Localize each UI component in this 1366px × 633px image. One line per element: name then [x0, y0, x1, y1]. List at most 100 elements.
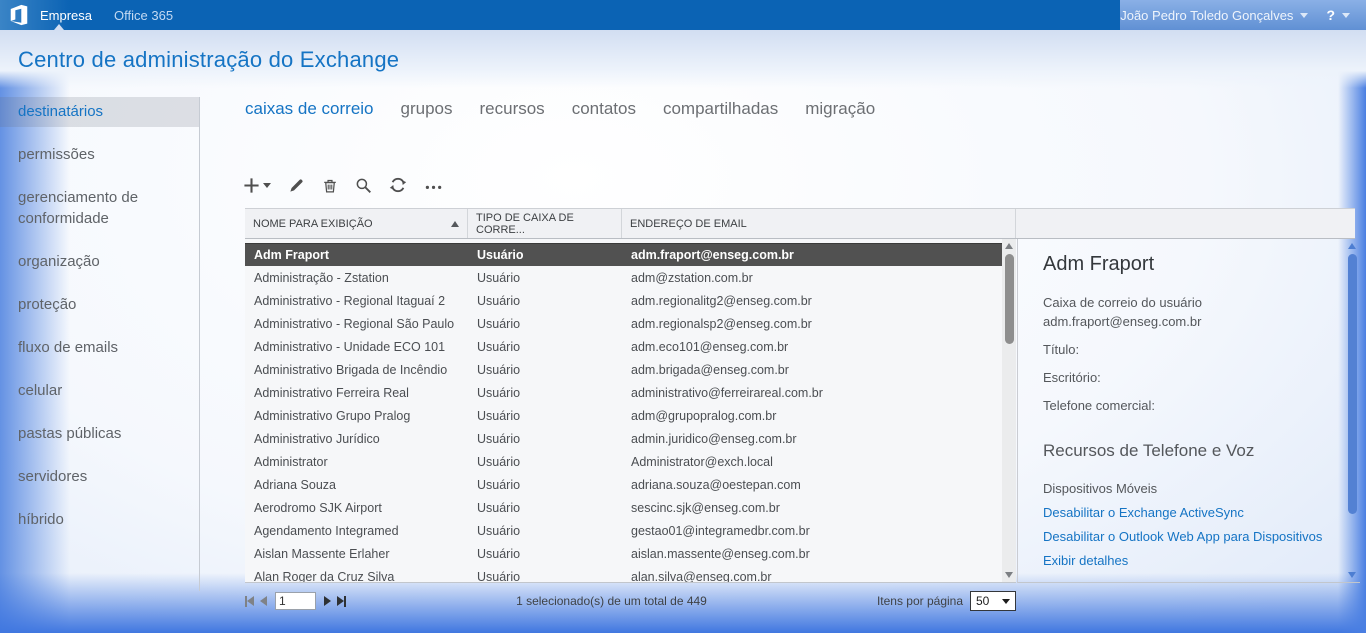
sidebar-item-celular[interactable]: celular: [0, 376, 199, 406]
table-row[interactable]: Agendamento Integramed Usuário gestao01@…: [245, 519, 1002, 542]
top-bar: Empresa Office 365 João Pedro Toledo Gon…: [0, 0, 1366, 30]
row-type: Usuário: [468, 248, 622, 262]
table-row[interactable]: Administrativo Ferreira Real Usuário adm…: [245, 381, 1002, 404]
column-header-email[interactable]: ENDEREÇO DE EMAIL: [622, 209, 1016, 238]
ellipsis-icon: [424, 177, 444, 194]
table-row[interactable]: Administrativo Grupo Pralog Usuário adm@…: [245, 404, 1002, 427]
column-header-nome[interactable]: NOME PARA EXIBIÇÃO: [245, 209, 468, 238]
details-field-telefone: Telefone comercial:: [1043, 396, 1342, 415]
sidebar-item-hibrido[interactable]: híbrido: [0, 505, 199, 535]
row-name: Aislan Massente Erlaher: [245, 547, 468, 561]
row-type: Usuário: [468, 432, 622, 446]
more-button[interactable]: [424, 177, 444, 194]
pagination-bar: 1 selecionado(s) de um total de 449 Iten…: [245, 588, 1016, 614]
details-subsection-mobile-devices: Dispositivos Móveis: [1043, 481, 1342, 496]
row-email: adm.regionalitg2@enseg.com.br: [622, 294, 1002, 308]
row-email: adm@grupopralog.com.br: [622, 409, 1002, 423]
row-name: Administrator: [245, 455, 468, 469]
list-scrollbar[interactable]: [1002, 239, 1016, 582]
pagination-controls: [245, 592, 346, 610]
row-email: administrativo@ferreirareal.com.br: [622, 386, 1002, 400]
scroll-up-icon[interactable]: [1348, 243, 1356, 249]
tab-contatos[interactable]: contatos: [572, 99, 636, 119]
scroll-down-icon[interactable]: [1005, 572, 1013, 578]
link-disable-activesync[interactable]: Desabilitar o Exchange ActiveSync: [1043, 505, 1342, 520]
column-header-blank: [1016, 209, 1355, 238]
tab-caixas-de-correio[interactable]: caixas de correio: [245, 99, 374, 119]
sidebar-item-gerenciamento-conformidade[interactable]: gerenciamento de conformidade: [0, 183, 199, 234]
refresh-icon: [389, 176, 407, 194]
first-page-icon: [247, 596, 254, 606]
mailbox-rows: Adm Fraport Usuário adm.fraport@enseg.co…: [245, 239, 1002, 582]
scrollbar-thumb[interactable]: [1348, 254, 1357, 514]
search-button[interactable]: [355, 177, 372, 194]
row-name: Administrativo Brigada de Incêndio: [245, 363, 468, 377]
refresh-button[interactable]: [389, 176, 407, 194]
items-per-page-label: Itens por página: [877, 594, 963, 608]
scroll-down-icon[interactable]: [1348, 572, 1356, 578]
user-menu[interactable]: João Pedro Toledo Gonçalves: [1120, 8, 1308, 23]
column-header-tipo[interactable]: TIPO DE CAIXA DE CORRE...: [468, 209, 622, 238]
items-per-page: Itens por página 50: [877, 591, 1016, 611]
last-page-button[interactable]: [337, 596, 346, 607]
sort-asc-icon: [451, 221, 459, 227]
row-email: aislan.massente@enseg.com.br: [622, 547, 1002, 561]
tab-compartilhadas[interactable]: compartilhadas: [663, 99, 778, 119]
first-page-button[interactable]: [245, 596, 254, 607]
row-email: gestao01@integramedbr.com.br: [622, 524, 1002, 538]
sidebar-item-destinatarios[interactable]: destinatários: [0, 97, 199, 127]
row-type: Usuário: [468, 340, 622, 354]
link-disable-owa-devices[interactable]: Desabilitar o Outlook Web App para Dispo…: [1043, 529, 1342, 544]
mailbox-list: Adm Fraport Usuário adm.fraport@enseg.co…: [245, 239, 1016, 583]
delete-button[interactable]: [322, 177, 338, 194]
nav-office365[interactable]: Office 365: [114, 8, 173, 23]
table-row[interactable]: Administrativo - Unidade ECO 101 Usuário…: [245, 335, 1002, 358]
selection-status: 1 selecionado(s) de um total de 449: [346, 594, 877, 608]
tab-migracao[interactable]: migração: [805, 99, 875, 119]
page-number-input[interactable]: [275, 592, 316, 610]
new-button[interactable]: [243, 177, 271, 194]
table-row[interactable]: Adm Fraport Usuário adm.fraport@enseg.co…: [245, 243, 1002, 266]
page-title: Centro de administração do Exchange: [18, 47, 399, 73]
sidebar-item-pastas-publicas[interactable]: pastas públicas: [0, 419, 199, 449]
scroll-up-icon[interactable]: [1005, 243, 1013, 249]
table-row[interactable]: Administrativo Jurídico Usuário admin.ju…: [245, 427, 1002, 450]
details-panel: Adm Fraport Caixa de correio do usuário …: [1017, 239, 1360, 583]
office-logo-icon[interactable]: [8, 4, 30, 26]
table-row[interactable]: Administrativo - Regional São Paulo Usuá…: [245, 312, 1002, 335]
plus-icon: [243, 177, 260, 194]
next-page-button[interactable]: [324, 596, 331, 606]
row-name: Administrativo - Regional São Paulo: [245, 317, 468, 331]
table-row[interactable]: Administrator Usuário Administrator@exch…: [245, 450, 1002, 473]
table-row[interactable]: Aislan Massente Erlaher Usuário aislan.m…: [245, 542, 1002, 565]
table-row[interactable]: Administração - Zstation Usuário adm@zst…: [245, 266, 1002, 289]
details-title: Adm Fraport: [1043, 253, 1342, 276]
previous-page-button[interactable]: [260, 596, 267, 606]
table-row[interactable]: Aerodromo SJK Airport Usuário sescinc.sj…: [245, 496, 1002, 519]
table-row[interactable]: Administrativo Brigada de Incêndio Usuár…: [245, 358, 1002, 381]
row-email: adm.brigada@enseg.com.br: [622, 363, 1002, 377]
tab-grupos[interactable]: grupos: [401, 99, 453, 119]
table-row[interactable]: Alan Roger da Cruz Silva Usuário alan.si…: [245, 565, 1002, 582]
help-menu[interactable]: ?: [1326, 7, 1350, 23]
sidebar-item-organizacao[interactable]: organização: [0, 247, 199, 277]
sidebar-item-servidores[interactable]: servidores: [0, 462, 199, 492]
sidebar-item-protecao[interactable]: proteção: [0, 290, 199, 320]
scrollbar-thumb[interactable]: [1005, 254, 1014, 344]
row-type: Usuário: [468, 570, 622, 583]
table-row[interactable]: Adriana Souza Usuário adriana.souza@oest…: [245, 473, 1002, 496]
nav-empresa[interactable]: Empresa: [40, 8, 92, 23]
table-row[interactable]: Administrativo - Regional Itaguaí 2 Usuá…: [245, 289, 1002, 312]
sidebar-item-permissoes[interactable]: permissões: [0, 140, 199, 170]
details-scrollbar[interactable]: [1346, 239, 1360, 582]
trash-icon: [322, 177, 338, 194]
row-type: Usuário: [468, 317, 622, 331]
link-view-details[interactable]: Exibir detalhes: [1043, 553, 1342, 568]
edit-button[interactable]: [288, 177, 305, 194]
items-per-page-select[interactable]: 50: [970, 591, 1016, 611]
tab-recursos[interactable]: recursos: [480, 99, 545, 119]
sidebar-item-fluxo-de-emails[interactable]: fluxo de emails: [0, 333, 199, 363]
row-name: Agendamento Integramed: [245, 524, 468, 538]
details-body: Adm Fraport Caixa de correio do usuário …: [1018, 239, 1346, 582]
details-email: adm.fraport@enseg.com.br: [1043, 312, 1342, 331]
